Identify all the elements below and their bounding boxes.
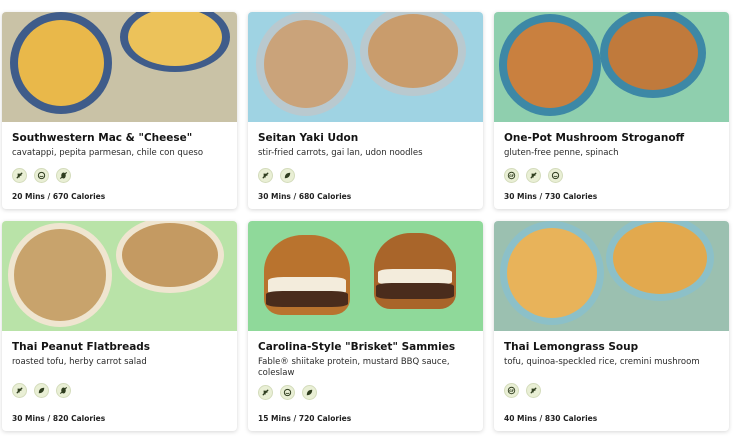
bowl-icon xyxy=(280,385,295,400)
recipe-description: gluten-free penne, spinach xyxy=(504,148,619,158)
recipe-description: roasted tofu, herby carrot salad xyxy=(12,357,147,367)
recipe-photo xyxy=(248,221,483,331)
gluten-icon xyxy=(12,383,27,398)
bowl-icon xyxy=(548,168,563,183)
diet-tags xyxy=(258,385,473,400)
gluten-icon xyxy=(258,168,273,183)
recipe-grid: Southwestern Mac & "Cheese" cavatappi, p… xyxy=(0,12,733,431)
recipe-time-calories: 40 Mins / 830 Calories xyxy=(504,414,598,423)
recipe-photo xyxy=(2,12,237,122)
recipe-description: Fable® shiitake protein, mustard BBQ sau… xyxy=(258,357,450,378)
recipe-photo xyxy=(494,221,729,331)
recipe-title[interactable]: Seitan Yaki Udon xyxy=(258,132,473,145)
recipe-card-thai-lemongrass-soup[interactable]: Thai Lemongrass Soup tofu, quinoa-speckl… xyxy=(494,221,729,431)
no-nut-icon xyxy=(56,168,71,183)
recipe-card-seitan-yaki-udon[interactable]: Seitan Yaki Udon stir-fried carrots, gai… xyxy=(248,12,483,209)
gluten-icon xyxy=(258,385,273,400)
svg-text:GF: GF xyxy=(509,389,514,393)
gluten-icon xyxy=(12,168,27,183)
recipe-photo xyxy=(248,12,483,122)
recipe-photo xyxy=(494,12,729,122)
gluten-free-icon: GF xyxy=(504,383,519,398)
gluten-icon xyxy=(526,168,541,183)
gluten-free-icon: GF xyxy=(504,168,519,183)
diet-tags: GF xyxy=(504,168,719,183)
diet-tags xyxy=(12,383,227,398)
recipe-time-calories: 30 Mins / 730 Calories xyxy=(504,192,598,201)
recipe-card-carolina-brisket-sammies[interactable]: Carolina-Style "Brisket" Sammies Fable® … xyxy=(248,221,483,431)
diet-tags xyxy=(258,168,473,183)
recipe-card-thai-peanut-flatbreads[interactable]: Thai Peanut Flatbreads roasted tofu, her… xyxy=(2,221,237,431)
leaf-icon xyxy=(280,168,295,183)
recipe-title[interactable]: Thai Peanut Flatbreads xyxy=(12,341,227,354)
no-nut-icon xyxy=(56,383,71,398)
recipe-description: cavatappi, pepita parmesan, chile con qu… xyxy=(12,148,204,158)
recipe-time-calories: 15 Mins / 720 Calories xyxy=(258,414,352,423)
gluten-icon xyxy=(526,383,541,398)
diet-tags: GF xyxy=(504,383,719,398)
recipe-description: tofu, quinoa-speckled rice, cremini mush… xyxy=(504,357,700,367)
recipe-time-calories: 30 Mins / 820 Calories xyxy=(12,414,106,423)
bowl-icon xyxy=(34,168,49,183)
svg-text:GF: GF xyxy=(509,174,514,178)
recipe-time-calories: 30 Mins / 680 Calories xyxy=(258,192,352,201)
diet-tags xyxy=(12,168,227,183)
recipe-card-southwestern-mac[interactable]: Southwestern Mac & "Cheese" cavatappi, p… xyxy=(2,12,237,209)
recipe-description: stir-fried carrots, gai lan, udon noodle… xyxy=(258,148,423,158)
leaf-icon xyxy=(302,385,317,400)
recipe-photo xyxy=(2,221,237,331)
recipe-title[interactable]: Carolina-Style "Brisket" Sammies xyxy=(258,341,473,354)
recipe-title[interactable]: Thai Lemongrass Soup xyxy=(504,341,719,354)
leaf-icon xyxy=(34,383,49,398)
recipe-card-mushroom-stroganoff[interactable]: One-Pot Mushroom Stroganoff gluten-free … xyxy=(494,12,729,209)
recipe-title[interactable]: One-Pot Mushroom Stroganoff xyxy=(504,132,719,145)
recipe-time-calories: 20 Mins / 670 Calories xyxy=(12,192,106,201)
recipe-title[interactable]: Southwestern Mac & "Cheese" xyxy=(12,132,227,145)
